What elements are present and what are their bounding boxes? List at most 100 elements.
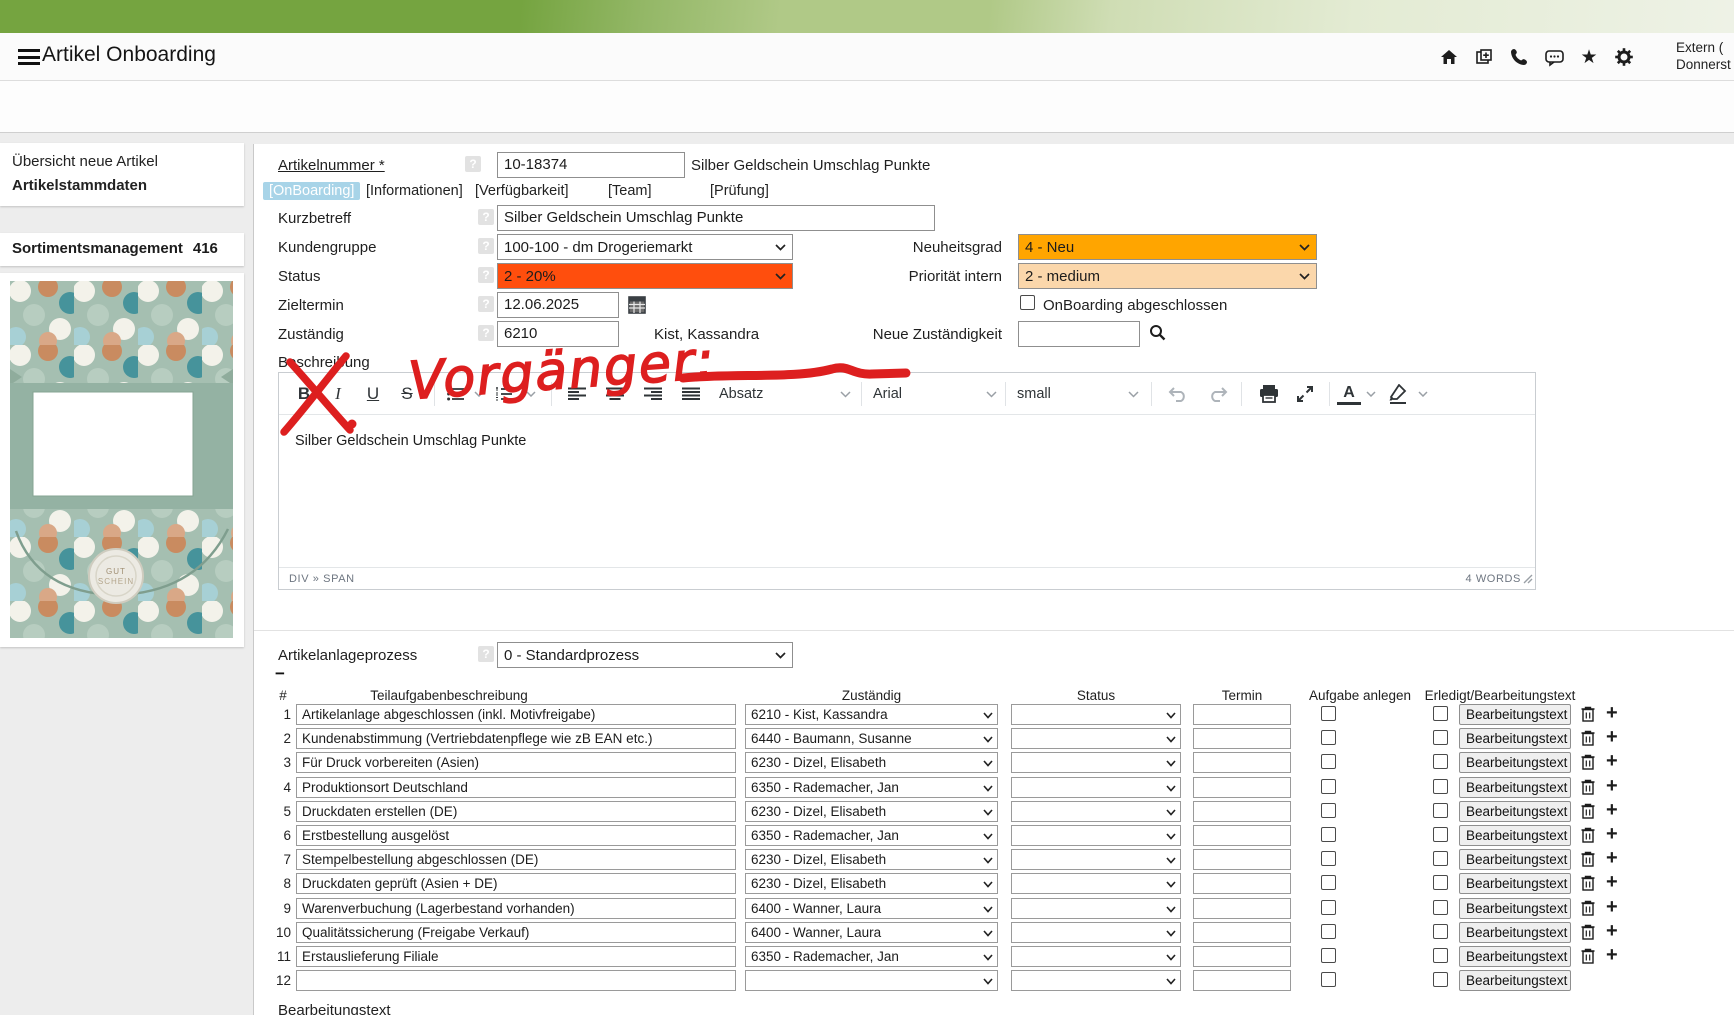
delete-row-icon[interactable]: [1581, 730, 1595, 746]
termin-input[interactable]: [1193, 825, 1291, 846]
tab-team[interactable]: [Team]: [608, 183, 652, 199]
phone-icon[interactable]: [1508, 46, 1530, 68]
delete-row-icon[interactable]: [1581, 851, 1595, 867]
artikelanlageprozess-select[interactable]: 0 - Standardprozess: [497, 642, 793, 668]
zustaendig-input[interactable]: 6210: [497, 321, 619, 347]
zieltermin-input[interactable]: 12.06.2025: [497, 292, 619, 318]
fullscreen-icon[interactable]: [1289, 381, 1321, 407]
neuheitsgrad-select[interactable]: 4 - Neu: [1018, 234, 1317, 260]
termin-input[interactable]: [1193, 970, 1291, 991]
task-description-input[interactable]: Druckdaten geprüft (Asien + DE): [296, 873, 736, 894]
add-row-icon[interactable]: +: [1606, 870, 1618, 894]
status-select[interactable]: [1011, 728, 1181, 749]
erledigt-checkbox[interactable]: [1433, 900, 1448, 915]
onboarding-abgeschlossen-checkbox[interactable]: [1020, 295, 1035, 310]
justify-icon[interactable]: [675, 381, 707, 407]
artikelnummer-input[interactable]: 10-18374: [497, 152, 685, 178]
erledigt-checkbox[interactable]: [1433, 875, 1448, 890]
erledigt-checkbox[interactable]: [1433, 972, 1448, 987]
responsible-select[interactable]: [745, 970, 998, 991]
status-select[interactable]: [1011, 752, 1181, 773]
add-row-icon[interactable]: +: [1606, 774, 1618, 798]
paragraph-chevron-icon[interactable]: [837, 381, 853, 407]
text-color-icon[interactable]: A: [1337, 383, 1361, 405]
aufgabe-anlegen-checkbox[interactable]: [1321, 730, 1336, 745]
status-select[interactable]: [1011, 849, 1181, 870]
termin-input[interactable]: [1193, 752, 1291, 773]
delete-row-icon[interactable]: [1581, 827, 1595, 843]
aufgabe-anlegen-checkbox[interactable]: [1321, 948, 1336, 963]
sidebar-item-sortimentsmanagement[interactable]: Sortimentsmanagement416: [0, 233, 244, 266]
add-row-icon[interactable]: +: [1606, 725, 1618, 749]
settings-gear-icon[interactable]: [1613, 46, 1635, 68]
text-color-chevron-icon[interactable]: [1363, 381, 1379, 407]
highlight-chevron-icon[interactable]: [1415, 381, 1431, 407]
calendar-icon[interactable]: [628, 295, 646, 319]
numbered-list-chevron-icon[interactable]: [523, 381, 539, 407]
undo-icon[interactable]: [1163, 381, 1193, 407]
task-description-input[interactable]: Warenverbuchung (Lagerbestand vorhanden): [296, 898, 736, 919]
bearbeitungstext-button[interactable]: Bearbeitungstext: [1459, 728, 1571, 749]
termin-input[interactable]: [1193, 873, 1291, 894]
aufgabe-anlegen-checkbox[interactable]: [1321, 754, 1336, 769]
bearbeitungstext-button[interactable]: Bearbeitungstext: [1459, 873, 1571, 894]
termin-input[interactable]: [1193, 704, 1291, 725]
underline-icon[interactable]: U: [357, 381, 389, 407]
termin-input[interactable]: [1193, 728, 1291, 749]
termin-input[interactable]: [1193, 922, 1291, 943]
aufgabe-anlegen-checkbox[interactable]: [1321, 972, 1336, 987]
status-select[interactable]: [1011, 946, 1181, 967]
delete-row-icon[interactable]: [1581, 706, 1595, 722]
sidebar-item-uebersicht-neue-artikel[interactable]: Übersicht neue Artikel: [12, 152, 232, 172]
responsible-select[interactable]: 6230 - Dizel, Elisabeth: [745, 873, 998, 894]
delete-row-icon[interactable]: [1581, 948, 1595, 964]
neue-zustaendigkeit-input[interactable]: [1018, 321, 1140, 347]
collapse-section-icon[interactable]: −: [275, 667, 285, 681]
font-family-dropdown[interactable]: Arial: [873, 381, 902, 407]
print-icon[interactable]: [1253, 381, 1285, 407]
erledigt-checkbox[interactable]: [1433, 706, 1448, 721]
add-row-icon[interactable]: +: [1606, 846, 1618, 870]
responsible-select[interactable]: 6230 - Dizel, Elisabeth: [745, 752, 998, 773]
task-description-input[interactable]: Artikelanlage abgeschlossen (inkl. Motiv…: [296, 704, 736, 725]
termin-input[interactable]: [1193, 849, 1291, 870]
aufgabe-anlegen-checkbox[interactable]: [1321, 875, 1336, 890]
aufgabe-anlegen-checkbox[interactable]: [1321, 803, 1336, 818]
task-description-input[interactable]: Für Druck vorbereiten (Asien): [296, 752, 736, 773]
termin-input[interactable]: [1193, 946, 1291, 967]
bearbeitungstext-button[interactable]: Bearbeitungstext: [1459, 898, 1571, 919]
status-select[interactable]: [1011, 873, 1181, 894]
redo-icon[interactable]: [1203, 381, 1233, 407]
status-select[interactable]: [1011, 801, 1181, 822]
bullet-list-icon[interactable]: [443, 381, 469, 407]
kurzbetreff-input[interactable]: Silber Geldschein Umschlag Punkte: [497, 205, 935, 231]
add-row-icon[interactable]: +: [1606, 822, 1618, 846]
add-row-icon[interactable]: +: [1606, 943, 1618, 967]
responsible-select[interactable]: 6210 - Kist, Kassandra: [745, 704, 998, 725]
strikethrough-icon[interactable]: S: [391, 381, 423, 407]
menu-icon[interactable]: [18, 49, 40, 65]
responsible-select[interactable]: 6350 - Rademacher, Jan: [745, 825, 998, 846]
bearbeitungstext-button[interactable]: Bearbeitungstext: [1459, 970, 1571, 991]
add-row-icon[interactable]: +: [1606, 701, 1618, 725]
tab-verfuegbarkeit[interactable]: [Verfügbarkeit]: [475, 183, 569, 199]
bearbeitungstext-button[interactable]: Bearbeitungstext: [1459, 777, 1571, 798]
field-help-icon[interactable]: ?: [478, 238, 494, 254]
erledigt-checkbox[interactable]: [1433, 924, 1448, 939]
erledigt-checkbox[interactable]: [1433, 779, 1448, 794]
numbered-list-icon[interactable]: [491, 381, 517, 407]
task-description-input[interactable]: Erstauslieferung Filiale: [296, 946, 736, 967]
responsible-select[interactable]: 6230 - Dizel, Elisabeth: [745, 801, 998, 822]
italic-icon[interactable]: I: [323, 381, 353, 407]
task-description-input[interactable]: Produktionsort Deutschland: [296, 777, 736, 798]
bearbeitungstext-button[interactable]: Bearbeitungstext: [1459, 849, 1571, 870]
new-window-icon[interactable]: [1473, 46, 1495, 68]
tab-onboarding[interactable]: [OnBoarding]: [263, 182, 360, 200]
add-row-icon[interactable]: +: [1606, 895, 1618, 919]
bearbeitungstext-button[interactable]: Bearbeitungstext: [1459, 946, 1571, 967]
highlight-color-icon[interactable]: [1385, 381, 1411, 407]
status-select[interactable]: [1011, 777, 1181, 798]
termin-input[interactable]: [1193, 777, 1291, 798]
task-description-input[interactable]: Stempelbestellung abgeschlossen (DE): [296, 849, 736, 870]
status-select[interactable]: [1011, 704, 1181, 725]
